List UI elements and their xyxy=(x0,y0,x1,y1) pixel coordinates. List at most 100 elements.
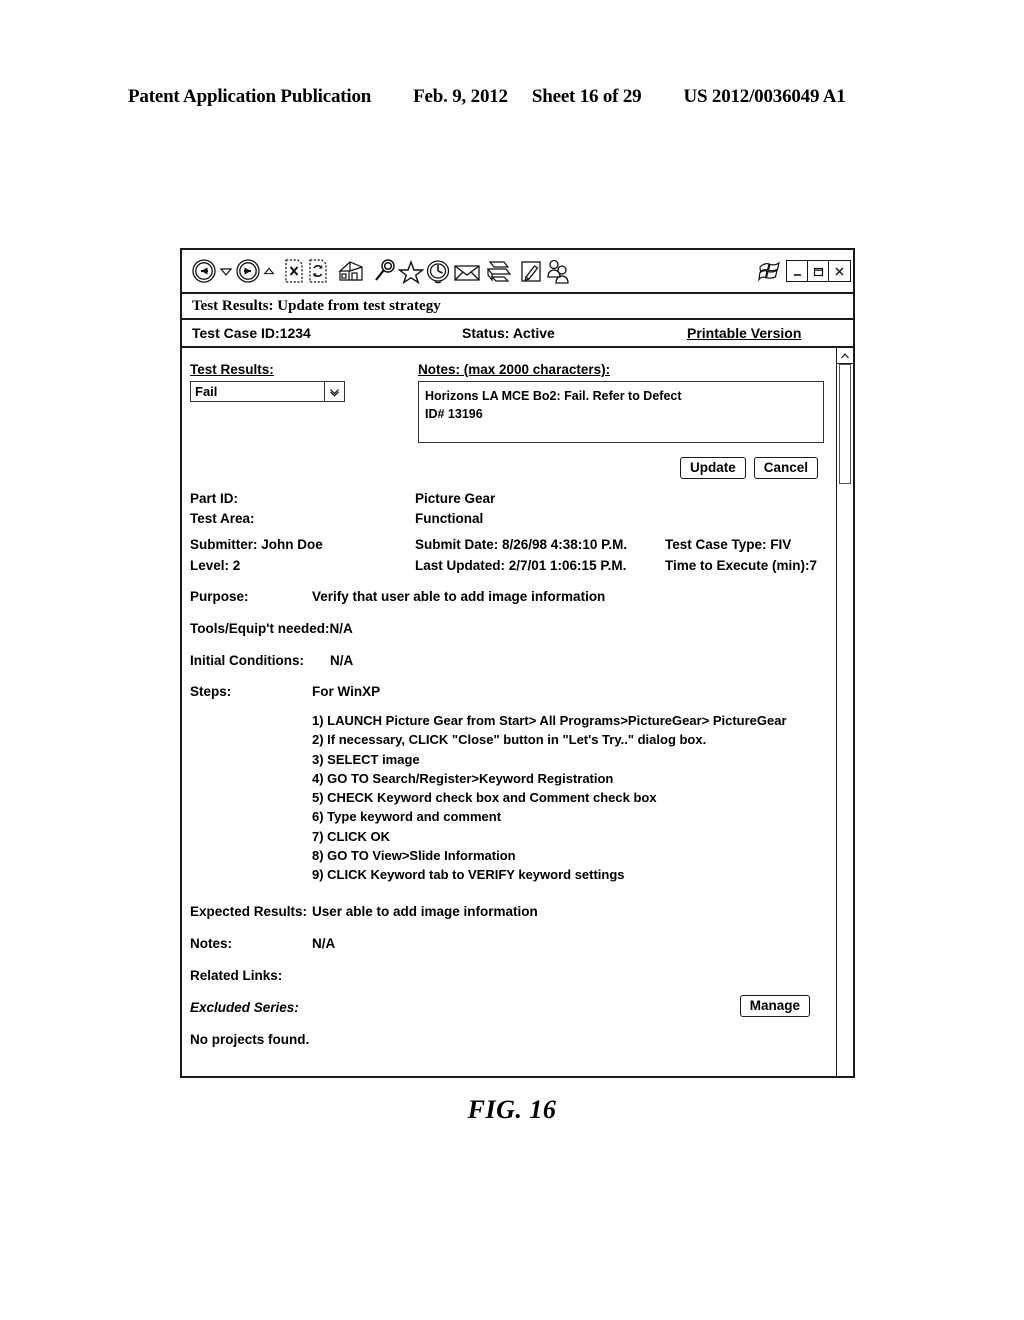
list-item: 9) CLICK Keyword tab to VERIFY keyword s… xyxy=(312,867,625,883)
scrollbar-thumb[interactable] xyxy=(839,364,851,484)
list-item: 2) If necessary, CLICK "Close" button in… xyxy=(312,732,707,748)
patent-sheet-header: Patent Application Publication Feb. 9, 2… xyxy=(128,86,896,108)
steps-label: Steps: xyxy=(190,684,232,700)
expected-results-label: Expected Results: xyxy=(190,904,308,920)
excluded-series-row: Excluded Series: Manage xyxy=(190,994,824,1017)
scroll-up-icon[interactable] xyxy=(837,348,853,364)
related-links-label: Related Links: xyxy=(190,968,283,984)
notes-textarea[interactable]: Horizons LA MCE Bo2: Fail. Refer to Defe… xyxy=(418,381,824,443)
action-buttons: Update Cancel xyxy=(190,457,824,479)
no-projects-text: No projects found. xyxy=(190,1031,310,1047)
list-item: 3) SELECT image xyxy=(312,751,420,767)
page-content: Test Results: Fail Notes: (max 2000 char… xyxy=(182,348,853,1076)
refresh-icon[interactable] xyxy=(306,254,330,288)
time-to-execute-value: Time to Execute (min):7 xyxy=(665,557,818,573)
favorites-star-icon[interactable] xyxy=(398,254,424,288)
steps-row: Steps: For WinXP xyxy=(190,684,824,701)
close-icon[interactable] xyxy=(829,261,850,281)
test-results-label: Test Results: xyxy=(190,362,274,377)
test-case-type-value: Test Case Type: FIV xyxy=(665,537,792,553)
list-item: 8) GO TO View>Slide Information xyxy=(312,847,516,863)
update-button[interactable]: Update xyxy=(679,457,746,479)
submitter-value: Submitter: John Doe xyxy=(190,537,323,553)
chevron-down-icon[interactable] xyxy=(324,382,344,401)
related-links-value xyxy=(312,968,824,985)
manage-button-wrap: Manage xyxy=(739,994,810,1017)
home-icon[interactable] xyxy=(336,254,366,288)
list-item: 7) CLICK OK xyxy=(312,828,390,844)
cancel-button[interactable]: Cancel xyxy=(753,457,818,479)
notes-line-2: ID# 13196 xyxy=(425,407,483,422)
bottom-notes-row: Notes: N/A xyxy=(190,936,824,953)
printable-version-link[interactable]: Printable Version xyxy=(687,325,801,341)
submitter-row: Submitter: John Doe Submit Date: 8/26/98… xyxy=(190,537,824,553)
expected-results-value: User able to add image information xyxy=(312,904,538,920)
part-id-row: Part ID: Picture Gear xyxy=(190,491,824,507)
initial-conditions-value: N/A xyxy=(330,652,354,668)
windows-flag-icon xyxy=(756,254,782,288)
back-dropdown-icon[interactable] xyxy=(218,254,234,288)
back-arrow-icon[interactable] xyxy=(190,254,218,288)
patent-number: US 2012/0036049 A1 xyxy=(683,86,846,107)
test-results-value: Fail xyxy=(195,384,218,399)
test-area-label: Test Area: xyxy=(190,511,255,527)
vertical-scrollbar[interactable] xyxy=(836,348,853,1076)
test-results-group: Test Results: Fail xyxy=(190,362,410,443)
form-area: Test Results: Fail Notes: (max 2000 char… xyxy=(182,348,836,1076)
window-controls xyxy=(786,260,851,282)
bottom-notes-value: N/A xyxy=(312,936,336,952)
publication-label: Patent Application Publication xyxy=(128,86,372,107)
notes-label: Notes: (max 2000 characters): xyxy=(418,362,611,377)
print-icon[interactable] xyxy=(482,254,512,288)
publication-date: Feb. 9, 2012 xyxy=(413,86,508,107)
purpose-row: Purpose: Verify that user able to add im… xyxy=(190,589,824,606)
toolbar-right-cluster xyxy=(756,250,851,292)
restore-icon[interactable] xyxy=(808,261,829,281)
excluded-series-label: Excluded Series: xyxy=(190,999,299,1015)
purpose-value: Verify that user able to add image infor… xyxy=(312,588,606,604)
list-item: 6) Type keyword and comment xyxy=(312,809,502,825)
related-links-row: Related Links: xyxy=(190,968,824,985)
test-area-row: Test Area: Functional xyxy=(190,511,824,527)
part-id-label: Part ID: xyxy=(190,491,239,506)
list-item: 4) GO TO Search/Register>Keyword Registr… xyxy=(312,770,614,786)
list-item: 5) CHECK Keyword check box and Comment c… xyxy=(312,790,657,806)
top-form-row: Test Results: Fail Notes: (max 2000 char… xyxy=(190,362,824,443)
search-icon[interactable] xyxy=(372,254,398,288)
last-updated-value: Last Updated: 2/7/01 1:06:15 P.M. xyxy=(415,557,627,573)
expected-results-row: Expected Results: User able to add image… xyxy=(190,904,824,921)
list-item: 1) LAUNCH Picture Gear from Start> All P… xyxy=(312,713,787,729)
test-area-value: Functional xyxy=(415,511,484,527)
initial-conditions-row: Initial Conditions: N/A xyxy=(190,653,824,670)
notes-group: Notes: (max 2000 characters): Horizons L… xyxy=(410,362,824,443)
notes-line-1: Horizons LA MCE Bo2: Fail. Refer to Defe… xyxy=(425,389,682,403)
tools-row: Tools/Equip't needed:N/A xyxy=(190,621,824,638)
initial-conditions-label: Initial Conditions: xyxy=(190,652,304,668)
tools-label: Tools/Equip't needed:N/A xyxy=(190,620,353,636)
sheet-number: Sheet 16 of 29 xyxy=(531,86,642,107)
browser-window: Test Results: Update from test strategy … xyxy=(180,248,855,1078)
browser-toolbar xyxy=(182,250,853,294)
level-value: Level: 2 xyxy=(190,557,241,573)
test-case-id: Test Case ID:1234 xyxy=(192,325,311,341)
forward-arrow-icon[interactable] xyxy=(234,254,262,288)
steps-list: 1) LAUNCH Picture Gear from Start> All P… xyxy=(190,711,824,884)
page-title: Test Results: Update from test strategy xyxy=(182,294,853,320)
no-projects-row: No projects found. xyxy=(190,1032,824,1049)
figure-caption: FIG. 16 xyxy=(467,1095,557,1124)
purpose-label: Purpose: xyxy=(190,588,249,604)
level-row: Level: 2 Last Updated: 2/7/01 1:06:15 P.… xyxy=(190,558,824,574)
mail-envelope-icon[interactable] xyxy=(452,254,482,288)
discuss-people-icon[interactable] xyxy=(544,254,570,288)
test-results-select[interactable]: Fail xyxy=(190,381,345,402)
stop-icon[interactable] xyxy=(282,254,306,288)
minimize-icon[interactable] xyxy=(787,261,808,281)
submit-date-value: Submit Date: 8/26/98 4:38:10 P.M. xyxy=(415,537,628,553)
manage-button[interactable]: Manage xyxy=(739,994,810,1017)
history-clock-icon[interactable] xyxy=(424,254,452,288)
forward-dropdown-icon[interactable] xyxy=(262,254,276,288)
status-badge: Status: Active xyxy=(462,325,555,341)
status-band: Test Case ID:1234 Status: Active Printab… xyxy=(182,320,853,348)
part-id-value: Picture Gear xyxy=(415,491,496,506)
edit-pencil-icon[interactable] xyxy=(518,254,544,288)
